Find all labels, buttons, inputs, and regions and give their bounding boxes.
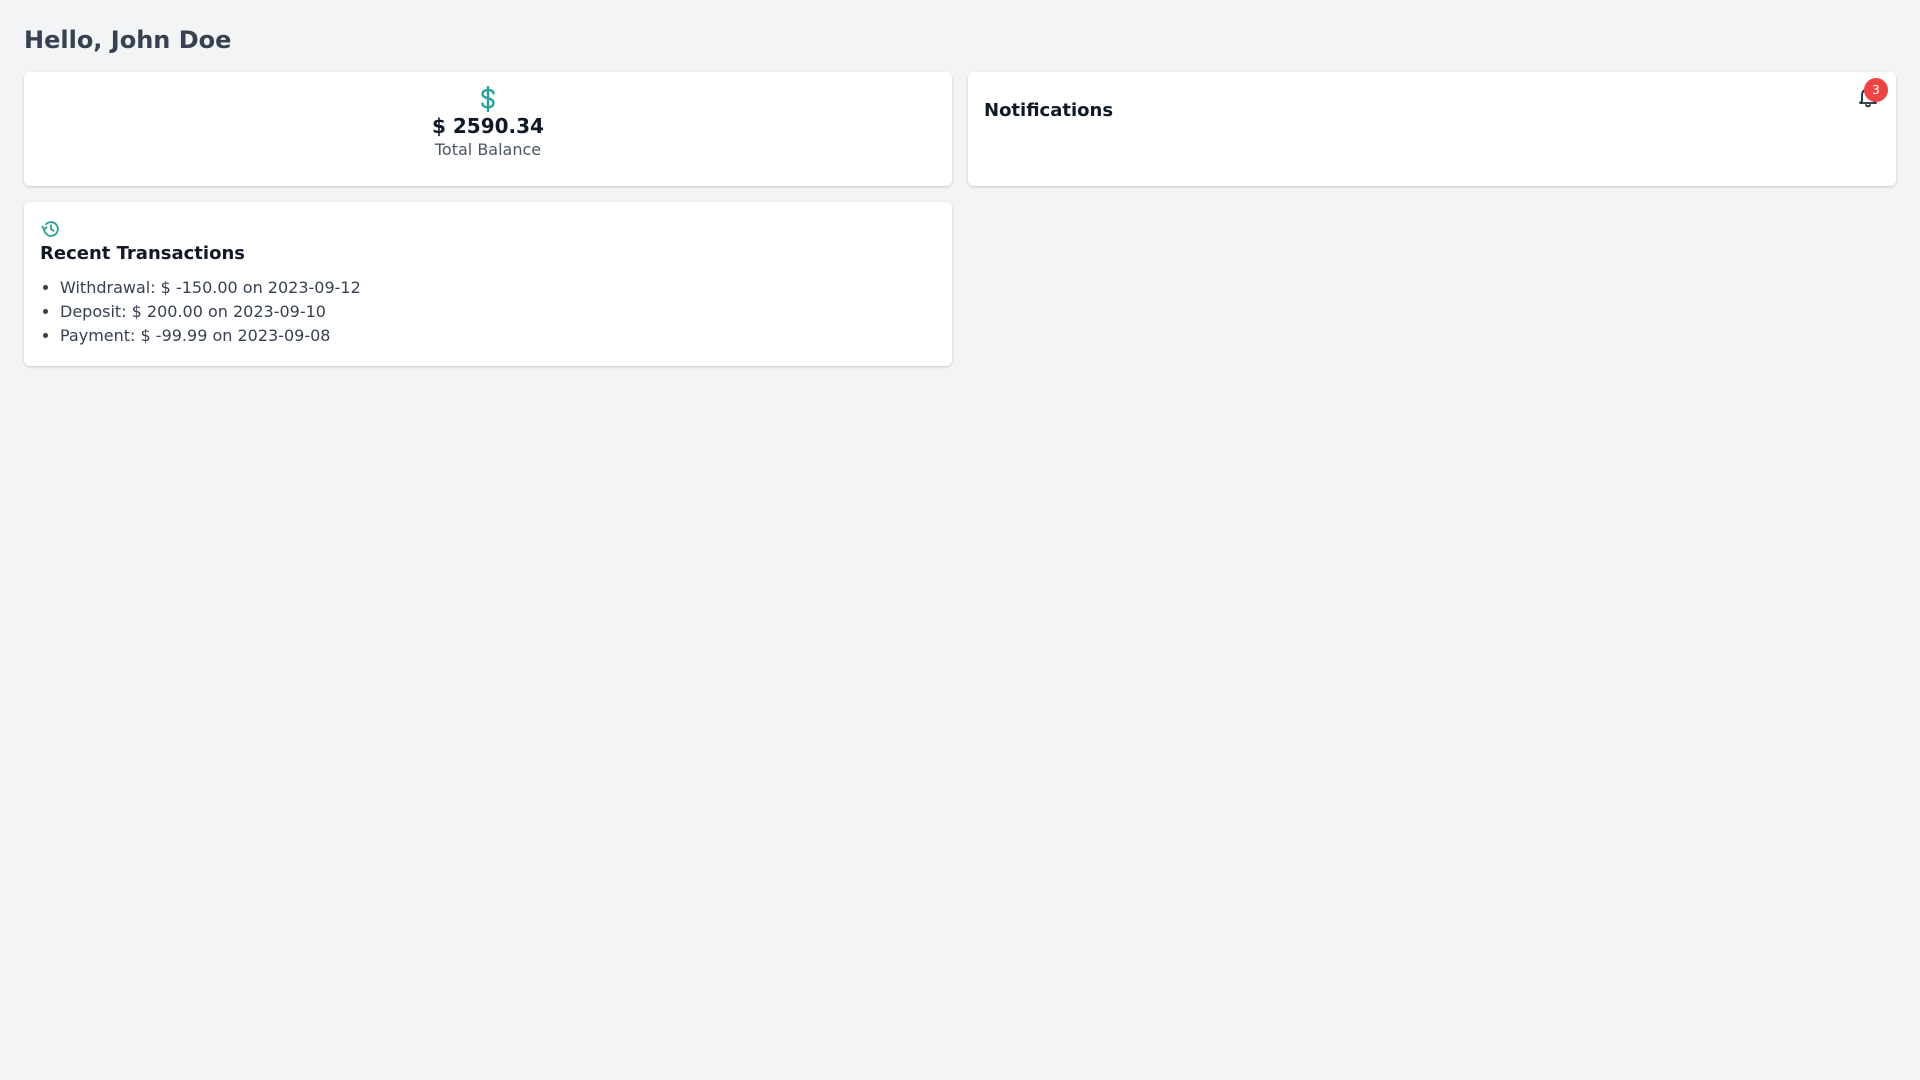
dashboard-grid: $ 2590.34 Total Balance Notifications 3 … xyxy=(24,72,1896,366)
dollar-icon xyxy=(481,86,495,112)
list-item: Payment: $ -99.99 on 2023-09-08 xyxy=(60,324,936,348)
notification-count-badge: 3 xyxy=(1864,78,1888,102)
greeting-heading: Hello, John Doe xyxy=(24,26,232,54)
notifications-title: Notifications xyxy=(984,100,1114,121)
recent-transactions-card: Recent Transactions Withdrawal: $ -150.0… xyxy=(24,202,952,366)
dashboard-page: Hello, John Doe $ 2590.34 Total Balance … xyxy=(0,0,1920,390)
recent-transactions-title: Recent Transactions xyxy=(40,243,245,264)
list-item: Deposit: $ 200.00 on 2023-09-10 xyxy=(60,300,936,324)
notifications-card: Notifications 3 xyxy=(968,72,1896,186)
notifications-bell-button[interactable]: 3 xyxy=(1856,78,1888,110)
balance-card: $ 2590.34 Total Balance xyxy=(24,72,952,186)
balance-label: Total Balance xyxy=(434,140,542,159)
balance-amount: $ 2590.34 xyxy=(432,114,544,138)
list-item: Withdrawal: $ -150.00 on 2023-09-12 xyxy=(60,276,936,300)
transactions-list: Withdrawal: $ -150.00 on 2023-09-12 Depo… xyxy=(40,276,936,348)
history-icon xyxy=(41,221,59,237)
